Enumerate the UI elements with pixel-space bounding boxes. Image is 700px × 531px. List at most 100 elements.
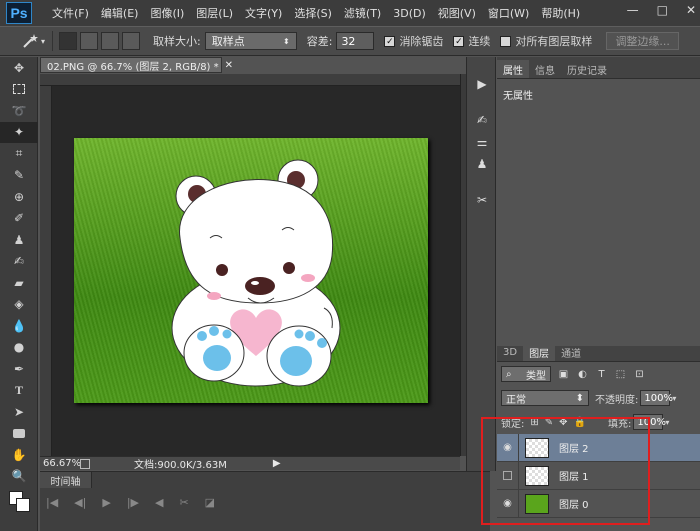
tool-rectangle[interactable]	[0, 423, 38, 445]
opacity-input[interactable]: 100%	[640, 390, 673, 406]
play-icon[interactable]: ▶	[102, 496, 110, 509]
subtract-from-selection-button[interactable]	[101, 32, 119, 50]
tab-timeline[interactable]: 时间轴	[40, 472, 92, 488]
tool-path-selection[interactable]: ➤	[0, 401, 38, 423]
tool-eraser[interactable]: ▰	[0, 272, 38, 294]
layer-filter-select[interactable]: ⌕ 类型	[501, 366, 551, 382]
menu-bar: Ps 文件(F) 编辑(E) 图像(I) 图层(L) 文字(Y) 选择(S) 滤…	[0, 0, 700, 26]
adjustment-filter-icon[interactable]: ◐	[576, 368, 589, 381]
tab-properties[interactable]: 属性	[497, 60, 529, 78]
magic-wand-tool-preset[interactable]: ▾	[20, 31, 46, 51]
tool-hand[interactable]: ✋	[0, 444, 38, 466]
layer-filter-row: ⌕ 类型 ▣ ◐ T ⬚ ⊡	[497, 362, 700, 386]
tool-brush[interactable]: ✐	[0, 208, 38, 230]
tab-history[interactable]: 历史记录	[561, 60, 613, 78]
anti-alias-label: 消除锯齿	[399, 35, 444, 48]
split-scissors-icon[interactable]: ✂	[179, 496, 188, 509]
anti-alias-checkbox[interactable]: ✓ 消除锯齿	[384, 33, 443, 49]
strip-tools-button[interactable]: ✂	[467, 189, 497, 211]
strip-adjust-button[interactable]: ⚌	[467, 131, 497, 153]
intersect-selection-button[interactable]	[122, 32, 140, 50]
transition-icon[interactable]: ◪	[205, 496, 215, 509]
no-properties-text: 无属性	[503, 91, 533, 102]
tool-history-brush[interactable]: ✍	[0, 251, 38, 273]
shape-filter-icon[interactable]: ⬚	[614, 368, 627, 381]
strip-play-button[interactable]: ▶	[467, 73, 497, 95]
tool-pen[interactable]: ✒	[0, 358, 38, 380]
blend-mode-select[interactable]: 正常 ⬍	[501, 390, 589, 406]
menu-filter[interactable]: 滤镜(T)	[338, 5, 387, 21]
menu-image[interactable]: 图像(I)	[144, 5, 190, 21]
menu-layer[interactable]: 图层(L)	[190, 5, 239, 21]
tolerance-input[interactable]: 32	[336, 32, 375, 50]
tab-layers[interactable]: 图层	[523, 343, 556, 361]
sample-all-layers-checkbox[interactable]: 对所有图层取样	[500, 33, 592, 49]
strip-brush-button[interactable]: ✍	[467, 109, 497, 131]
play-icon: ▶	[477, 77, 487, 91]
menu-view[interactable]: 视图(V)	[432, 5, 482, 21]
menu-edit[interactable]: 编辑(E)	[95, 5, 145, 21]
zoom-icon: 🔍	[11, 469, 27, 484]
tool-clone-stamp[interactable]: ♟	[0, 229, 38, 251]
menu-window[interactable]: 窗口(W)	[482, 5, 535, 21]
tool-move[interactable]: ✥	[0, 57, 38, 79]
menu-help[interactable]: 帮助(H)	[535, 5, 586, 21]
canvas-image[interactable]	[74, 138, 428, 403]
menu-select[interactable]: 选择(S)	[288, 5, 338, 21]
tool-zoom[interactable]: 🔍	[0, 466, 38, 488]
next-frame-icon[interactable]: |▶	[127, 496, 139, 509]
ruler-top	[40, 74, 460, 86]
collapsed-panel-strip: ▶ ✍ ⚌ ♟ ✂	[466, 57, 496, 471]
type-filter-icon[interactable]: T	[595, 368, 608, 381]
polar-bear-illustration	[171, 159, 341, 387]
previous-frame-icon[interactable]: ◀|	[74, 496, 86, 509]
sample-size-select[interactable]: 取样点 ⬍	[204, 32, 297, 50]
tool-eyedropper[interactable]: ✎	[0, 165, 38, 187]
tab-channels[interactable]: 通道	[555, 343, 587, 361]
sample-size-value: 取样点	[211, 35, 245, 48]
refine-edge-button[interactable]: 调整边缘...	[606, 32, 679, 50]
status-menu-arrow-icon[interactable]: ▶	[273, 458, 281, 469]
tool-paint-bucket[interactable]: ◈	[0, 294, 38, 316]
contiguous-label: 连续	[468, 35, 491, 48]
opacity-label: 不透明度:	[595, 394, 639, 406]
strip-stamp-button[interactable]: ♟	[467, 153, 497, 175]
tab-3d[interactable]: 3D	[497, 343, 523, 361]
tool-type[interactable]: T	[0, 380, 38, 402]
zoom-level[interactable]: 66.67%	[40, 458, 81, 469]
move-icon: ✥	[13, 60, 25, 75]
tool-spot-healing[interactable]: ⊕	[0, 186, 38, 208]
new-selection-button[interactable]	[59, 32, 77, 50]
menu-3d[interactable]: 3D(D)	[387, 7, 432, 20]
menu-type[interactable]: 文字(Y)	[239, 5, 288, 21]
close-icon[interactable]: ✕	[225, 60, 233, 71]
type-icon: T	[14, 382, 23, 397]
tool-dodge[interactable]: ●	[0, 337, 38, 359]
restore-button[interactable]: □	[657, 3, 668, 17]
document-tab[interactable]: 02.PNG @ 66.7% (图层 2, RGB/8) * ✕	[40, 57, 233, 73]
chevron-updown-icon: ⬍	[283, 36, 290, 46]
background-color-swatch[interactable]	[16, 498, 30, 512]
tool-lasso[interactable]: ➰	[0, 100, 38, 122]
chevron-down-icon[interactable]: ▾	[672, 394, 676, 403]
close-button[interactable]: ✕	[686, 3, 696, 17]
tool-marquee[interactable]	[0, 79, 38, 101]
properties-body: 无属性	[497, 79, 700, 347]
chevron-down-icon[interactable]: ▾	[665, 418, 669, 427]
go-to-first-frame-icon[interactable]: |◀	[46, 496, 58, 509]
menu-file[interactable]: 文件(F)	[46, 5, 95, 21]
tool-magic-wand[interactable]: ✦	[0, 121, 38, 143]
contiguous-checkbox[interactable]: ✓ 连续	[453, 33, 490, 49]
status-bar: 66.67% 文档:900.0K/3.63M ▶	[40, 456, 460, 471]
tool-blur[interactable]: 💧	[0, 315, 38, 337]
smart-object-filter-icon[interactable]: ⊡	[633, 368, 646, 381]
tab-info[interactable]: 信息	[529, 60, 561, 78]
minimize-button[interactable]: —	[627, 3, 639, 17]
audio-icon[interactable]: ◀	[155, 496, 163, 509]
tool-crop[interactable]: ⌗	[0, 143, 38, 165]
pixel-filter-icon[interactable]: ▣	[557, 368, 570, 381]
tool-color-swatches[interactable]	[0, 487, 38, 517]
export-icon[interactable]	[80, 458, 90, 469]
add-to-selection-button[interactable]	[80, 32, 98, 50]
canvas-area[interactable]	[40, 74, 460, 456]
